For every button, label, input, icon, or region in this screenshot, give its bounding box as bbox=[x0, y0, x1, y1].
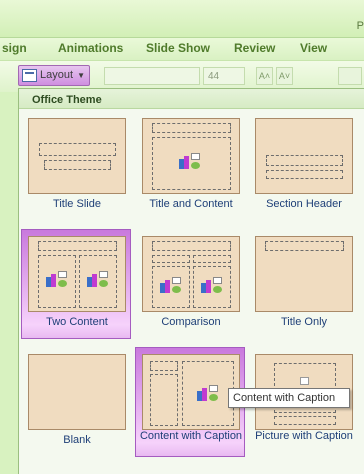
title-bar: P bbox=[0, 0, 364, 38]
layout-label: Blank bbox=[63, 434, 91, 446]
layout-button-label: Layout bbox=[40, 69, 74, 81]
ribbon-tabs: sign Animations Slide Show Review View bbox=[0, 38, 364, 60]
layout-thumbnail bbox=[142, 354, 240, 430]
layout-title-and-content[interactable]: Title and Content bbox=[135, 111, 245, 221]
layout-title-slide[interactable]: Title Slide bbox=[21, 111, 131, 221]
chevron-down-icon: ▼ bbox=[77, 71, 85, 80]
layout-label: Comparison bbox=[161, 316, 221, 328]
layout-thumbnail bbox=[142, 118, 240, 194]
content-placeholder-icon bbox=[179, 153, 201, 169]
font-name-box[interactable] bbox=[104, 67, 200, 85]
tab-view[interactable]: View bbox=[300, 41, 327, 55]
layout-thumbnail bbox=[28, 118, 126, 194]
layout-thumbnail bbox=[255, 118, 353, 194]
font-size-box[interactable]: 44 bbox=[203, 67, 245, 85]
layout-thumbnail bbox=[28, 236, 126, 312]
content-placeholder-icon bbox=[46, 271, 68, 287]
layout-label: Two Content bbox=[46, 316, 108, 328]
layout-blank[interactable]: Blank bbox=[21, 347, 131, 457]
gallery-header: Office Theme bbox=[19, 89, 364, 109]
picture-placeholder-icon bbox=[300, 377, 309, 385]
layout-gallery: Office Theme Title Slide Title and Conte… bbox=[18, 88, 364, 474]
layout-label: Title and Content bbox=[149, 198, 233, 210]
content-placeholder-icon bbox=[87, 271, 109, 287]
tab-design[interactable]: sign bbox=[2, 41, 27, 55]
shrink-font-button[interactable]: A˅ bbox=[276, 67, 293, 85]
layout-thumbnail bbox=[28, 354, 126, 430]
layout-thumbnail bbox=[142, 236, 240, 312]
layout-comparison[interactable]: Comparison bbox=[135, 229, 245, 339]
content-placeholder-icon bbox=[160, 277, 182, 293]
layout-label: Title Slide bbox=[53, 198, 101, 210]
layout-dropdown-button[interactable]: Layout ▼ bbox=[18, 65, 90, 86]
window-title-fragment: P bbox=[356, 20, 364, 32]
tooltip: Content with Caption bbox=[228, 388, 350, 408]
layout-label: Picture with Caption bbox=[255, 430, 353, 442]
content-placeholder-icon bbox=[197, 385, 219, 401]
tab-animations[interactable]: Animations bbox=[58, 41, 123, 55]
tab-review[interactable]: Review bbox=[234, 41, 275, 55]
layout-icon bbox=[22, 69, 37, 82]
layout-thumbnail bbox=[255, 236, 353, 312]
layout-label: Title Only bbox=[280, 316, 328, 328]
layout-two-content[interactable]: Two Content bbox=[21, 229, 131, 339]
tab-slide-show[interactable]: Slide Show bbox=[146, 41, 210, 55]
content-placeholder-icon bbox=[201, 277, 223, 293]
layout-label: Content with Caption bbox=[139, 430, 243, 442]
bullets-button[interactable] bbox=[338, 67, 362, 85]
layout-title-only[interactable]: Title Only bbox=[248, 229, 358, 339]
grow-font-button[interactable]: A˄ bbox=[256, 67, 273, 85]
layout-label: Section Header bbox=[266, 198, 342, 210]
layout-section-header[interactable]: Section Header bbox=[248, 111, 358, 221]
